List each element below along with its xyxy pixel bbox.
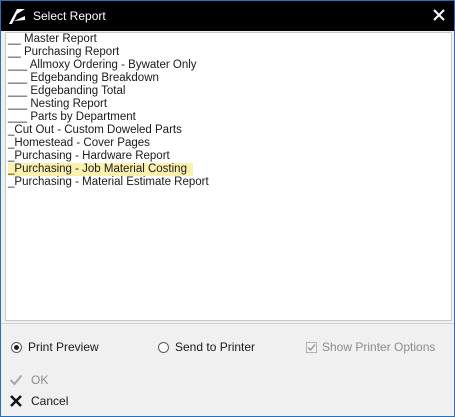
report-list-item[interactable]: _Purchasing - Material Estimate Report [6,176,451,189]
report-list-item[interactable]: _Purchasing - Hardware Report [6,150,451,163]
report-label: _Homestead - Cover Pages [8,137,150,149]
report-label: ___ Nesting Report [8,98,108,110]
report-label: __ Master Report [8,33,97,45]
ok-label: OK [31,373,49,387]
window-title: Select Report [33,9,106,23]
report-list-item[interactable]: ___ Allmoxy Ordering - Bywater Only [6,59,451,72]
cancel-x-icon [8,393,24,409]
report-list-item[interactable]: ___ Parts by Department [6,111,451,124]
title-bar: Select Report [1,1,454,31]
send-to-printer-label: Send to Printer [175,340,256,354]
report-list-item[interactable]: _Homestead - Cover Pages [6,137,451,150]
report-list-item[interactable]: ___ Edgebanding Total [6,85,451,98]
show-printer-options-checkbox[interactable] [306,341,317,353]
report-label: ___ Parts by Department [8,111,136,123]
report-label: ___ Allmoxy Ordering - Bywater Only [8,59,197,71]
report-list-item[interactable]: ___ Nesting Report [6,98,451,111]
cancel-button[interactable]: Cancel [8,393,68,409]
report-label: _Purchasing - Material Estimate Report [8,176,209,188]
report-label: ___ Edgebanding Total [8,85,126,97]
report-list-item[interactable]: __ Master Report [6,33,451,46]
report-list-item[interactable]: _Cut Out - Custom Doweled Parts [6,124,451,137]
output-options: Print Preview Send to Printer Show Print… [1,337,454,359]
report-label: _Purchasing - Job Material Costing [8,163,193,176]
report-list-item[interactable]: __ Purchasing Report [6,46,451,59]
close-icon [433,8,445,24]
send-to-printer-radio[interactable] [158,341,169,353]
show-printer-options-option[interactable]: Show Printer Options [306,340,435,354]
print-preview-option[interactable]: Print Preview [11,340,99,354]
checkmark-icon [8,372,24,388]
report-label: _Cut Out - Custom Doweled Parts [8,124,182,136]
ok-button[interactable]: OK [8,372,48,388]
close-button[interactable] [424,1,454,31]
print-preview-label: Print Preview [28,340,99,354]
cancel-label: Cancel [31,394,69,408]
report-list-item[interactable]: _Purchasing - Job Material Costing [6,163,451,176]
divider [1,323,454,324]
report-label: ___ Edgebanding Breakdown [8,72,159,84]
report-label: _Purchasing - Hardware Report [8,150,170,162]
report-list-item[interactable]: ___ Edgebanding Breakdown [6,72,451,85]
select-report-dialog: Select Report __ Master Report __ Purcha… [0,0,455,417]
print-preview-radio[interactable] [11,341,22,353]
show-printer-options-label: Show Printer Options [322,340,436,354]
report-label: __ Purchasing Report [8,46,120,58]
app-logo-icon [8,7,26,25]
send-to-printer-option[interactable]: Send to Printer [158,340,255,354]
report-list[interactable]: __ Master Report __ Purchasing Report __… [5,32,452,321]
